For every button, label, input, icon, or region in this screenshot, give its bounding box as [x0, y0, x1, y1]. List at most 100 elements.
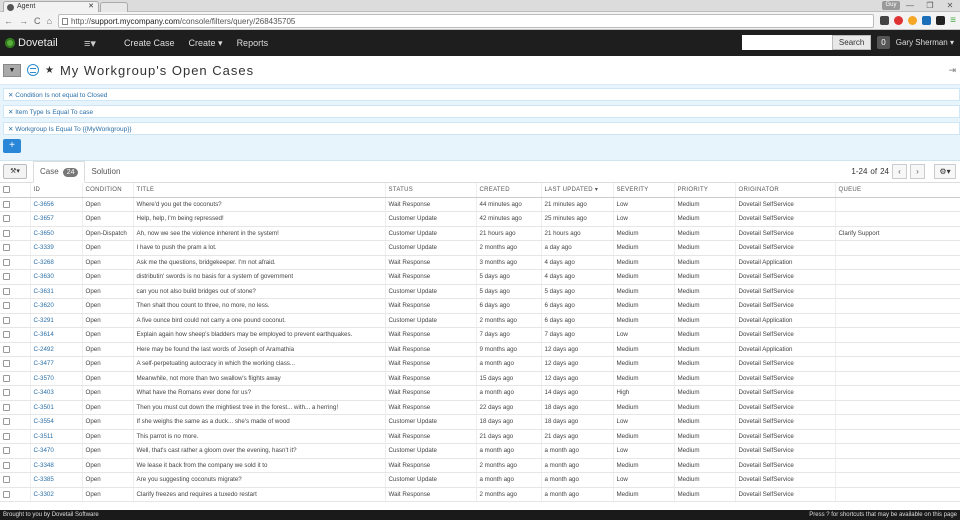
column-header[interactable]: STATUS: [385, 183, 477, 198]
case-id-link[interactable]: C-2492: [30, 342, 83, 357]
extension-icon[interactable]: [880, 16, 890, 25]
row-checkbox[interactable]: [0, 400, 31, 415]
back-icon[interactable]: ←: [4, 16, 13, 26]
close-window-icon[interactable]: ✕: [940, 0, 960, 12]
home-icon[interactable]: ⌂: [47, 16, 52, 26]
table-row[interactable]: C-3630 Open distributin' swords is no basi…: [0, 269, 960, 285]
close-tab-icon[interactable]: ✕: [88, 2, 94, 12]
table-row[interactable]: C-3656 Open Where'd you get the coconuts? W…: [0, 197, 960, 212]
row-checkbox[interactable]: [0, 458, 31, 473]
tab-case[interactable]: Case 24: [33, 161, 86, 183]
row-checkbox[interactable]: [0, 385, 31, 401]
pocket-icon[interactable]: [936, 16, 946, 25]
column-header[interactable]: CONDITION: [82, 183, 134, 198]
case-id-link[interactable]: C-3656: [30, 197, 83, 212]
table-row[interactable]: C-3650 Open-Dispatch Ah, now we see the vi…: [0, 226, 960, 241]
case-id-link[interactable]: C-3302: [30, 487, 83, 502]
table-row[interactable]: C-3291 Open A five ounce bird could not ca…: [0, 313, 960, 328]
select-all-checkbox[interactable]: [0, 183, 31, 198]
table-row[interactable]: C-3554 Open If she weighs the same as a du…: [0, 414, 960, 430]
row-checkbox[interactable]: [0, 443, 31, 459]
case-id-link[interactable]: C-3570: [30, 371, 83, 386]
star-icon[interactable]: ★: [45, 65, 54, 76]
row-checkbox[interactable]: [0, 284, 31, 299]
gear-icon[interactable]: ⚙▾: [934, 164, 956, 179]
case-id-link[interactable]: C-3348: [30, 458, 83, 473]
column-header[interactable]: ORIGINATOR: [735, 183, 836, 198]
row-checkbox[interactable]: [0, 313, 31, 328]
row-checkbox[interactable]: [0, 414, 31, 430]
smiley-icon[interactable]: [908, 16, 918, 25]
column-header[interactable]: ID: [30, 183, 83, 198]
table-row[interactable]: C-3570 Open Meanwhile, not more than two s…: [0, 371, 960, 386]
table-row[interactable]: C-3385 Open Are you suggesting coconuts mi…: [0, 472, 960, 488]
row-checkbox[interactable]: [0, 255, 31, 270]
row-checkbox[interactable]: [0, 197, 31, 212]
forward-icon[interactable]: →: [19, 16, 28, 26]
row-checkbox[interactable]: [0, 472, 31, 488]
table-row[interactable]: C-3631 Open can you not also build bridges…: [0, 284, 960, 299]
row-checkbox[interactable]: [0, 298, 31, 314]
row-checkbox[interactable]: [0, 269, 31, 285]
maximize-icon[interactable]: ❐: [920, 0, 940, 12]
table-row[interactable]: C-2492 Open Here may be found the last wor…: [0, 342, 960, 357]
table-row[interactable]: C-3348 Open We lease it back from the comp…: [0, 458, 960, 473]
bookmark-icon[interactable]: [922, 16, 932, 25]
search-button[interactable]: Search: [831, 35, 872, 50]
reload-icon[interactable]: C: [34, 16, 41, 26]
tab-solution[interactable]: Solution: [85, 161, 126, 183]
column-header[interactable]: TITLE: [133, 183, 386, 198]
row-checkbox[interactable]: [0, 327, 31, 343]
table-row[interactable]: C-3339 Open I have to push the pram a lot.…: [0, 240, 960, 256]
row-checkbox[interactable]: [0, 356, 31, 372]
case-id-link[interactable]: C-3339: [30, 240, 83, 256]
table-row[interactable]: C-3470 Open Well, that's cast rather a glo…: [0, 443, 960, 459]
case-id-link[interactable]: C-3620: [30, 298, 83, 314]
new-tab-button[interactable]: [100, 2, 128, 12]
case-id-link[interactable]: C-3631: [30, 284, 83, 299]
stop-icon[interactable]: [894, 16, 904, 25]
hamburger-icon[interactable]: ≡▾: [84, 37, 124, 50]
case-id-link[interactable]: C-3630: [30, 269, 83, 285]
case-id-link[interactable]: C-3403: [30, 385, 83, 401]
filter-toggle-button[interactable]: ▼: [3, 63, 21, 77]
prev-page-button[interactable]: ‹: [892, 164, 907, 179]
case-id-link[interactable]: C-3477: [30, 356, 83, 372]
column-header[interactable]: PRIORITY: [674, 183, 736, 198]
table-row[interactable]: C-3302 Open Clarify freezes and requires a…: [0, 487, 960, 502]
menu-icon[interactable]: ≡: [950, 15, 956, 26]
column-header[interactable]: CREATED: [476, 183, 542, 198]
row-checkbox[interactable]: [0, 487, 31, 502]
case-id-link[interactable]: C-3501: [30, 400, 83, 415]
case-id-link[interactable]: C-3554: [30, 414, 83, 430]
table-row[interactable]: C-3403 Open What have the Romans ever done…: [0, 385, 960, 401]
case-id-link[interactable]: C-3614: [30, 327, 83, 343]
minimize-icon[interactable]: —: [900, 0, 920, 12]
row-checkbox[interactable]: [0, 371, 31, 386]
profile-badge[interactable]: Guy: [882, 1, 900, 10]
create-dropdown[interactable]: Create ▾: [189, 38, 223, 49]
table-row[interactable]: C-3477 Open A self-perpetuating autocracy …: [0, 356, 960, 372]
row-checkbox[interactable]: [0, 240, 31, 256]
brand[interactable]: Dovetail: [0, 37, 80, 49]
next-page-button[interactable]: ›: [910, 164, 925, 179]
column-header[interactable]: SEVERITY: [613, 183, 675, 198]
reports-link[interactable]: Reports: [237, 38, 269, 49]
table-row[interactable]: C-3268 Open Ask me the questions, bridgeke…: [0, 255, 960, 270]
create-case-link[interactable]: Create Case: [124, 38, 175, 49]
case-id-link[interactable]: C-3650: [30, 226, 83, 241]
table-row[interactable]: C-3614 Open Explain again how sheep's blad…: [0, 327, 960, 343]
filter-condition[interactable]: ✕ Condition Is not equal to Closed: [3, 88, 960, 101]
row-checkbox[interactable]: [0, 429, 31, 444]
case-id-link[interactable]: C-3657: [30, 211, 83, 227]
row-checkbox[interactable]: [0, 342, 31, 357]
table-row[interactable]: C-3620 Open Then shalt thou count to three…: [0, 298, 960, 314]
notification-badge[interactable]: 0: [877, 36, 890, 49]
table-row[interactable]: C-3657 Open Help, help, I'm being represse…: [0, 211, 960, 227]
table-row[interactable]: C-3511 Open This parrot is no more. Wait Re…: [0, 429, 960, 444]
filter-condition[interactable]: ✕ Item Type Is Equal To case: [3, 105, 960, 118]
case-id-link[interactable]: C-3291: [30, 313, 83, 328]
row-checkbox[interactable]: [0, 211, 31, 227]
user-menu[interactable]: Gary Sherman ▾: [896, 38, 954, 47]
column-header[interactable]: QUEUE: [835, 183, 960, 198]
